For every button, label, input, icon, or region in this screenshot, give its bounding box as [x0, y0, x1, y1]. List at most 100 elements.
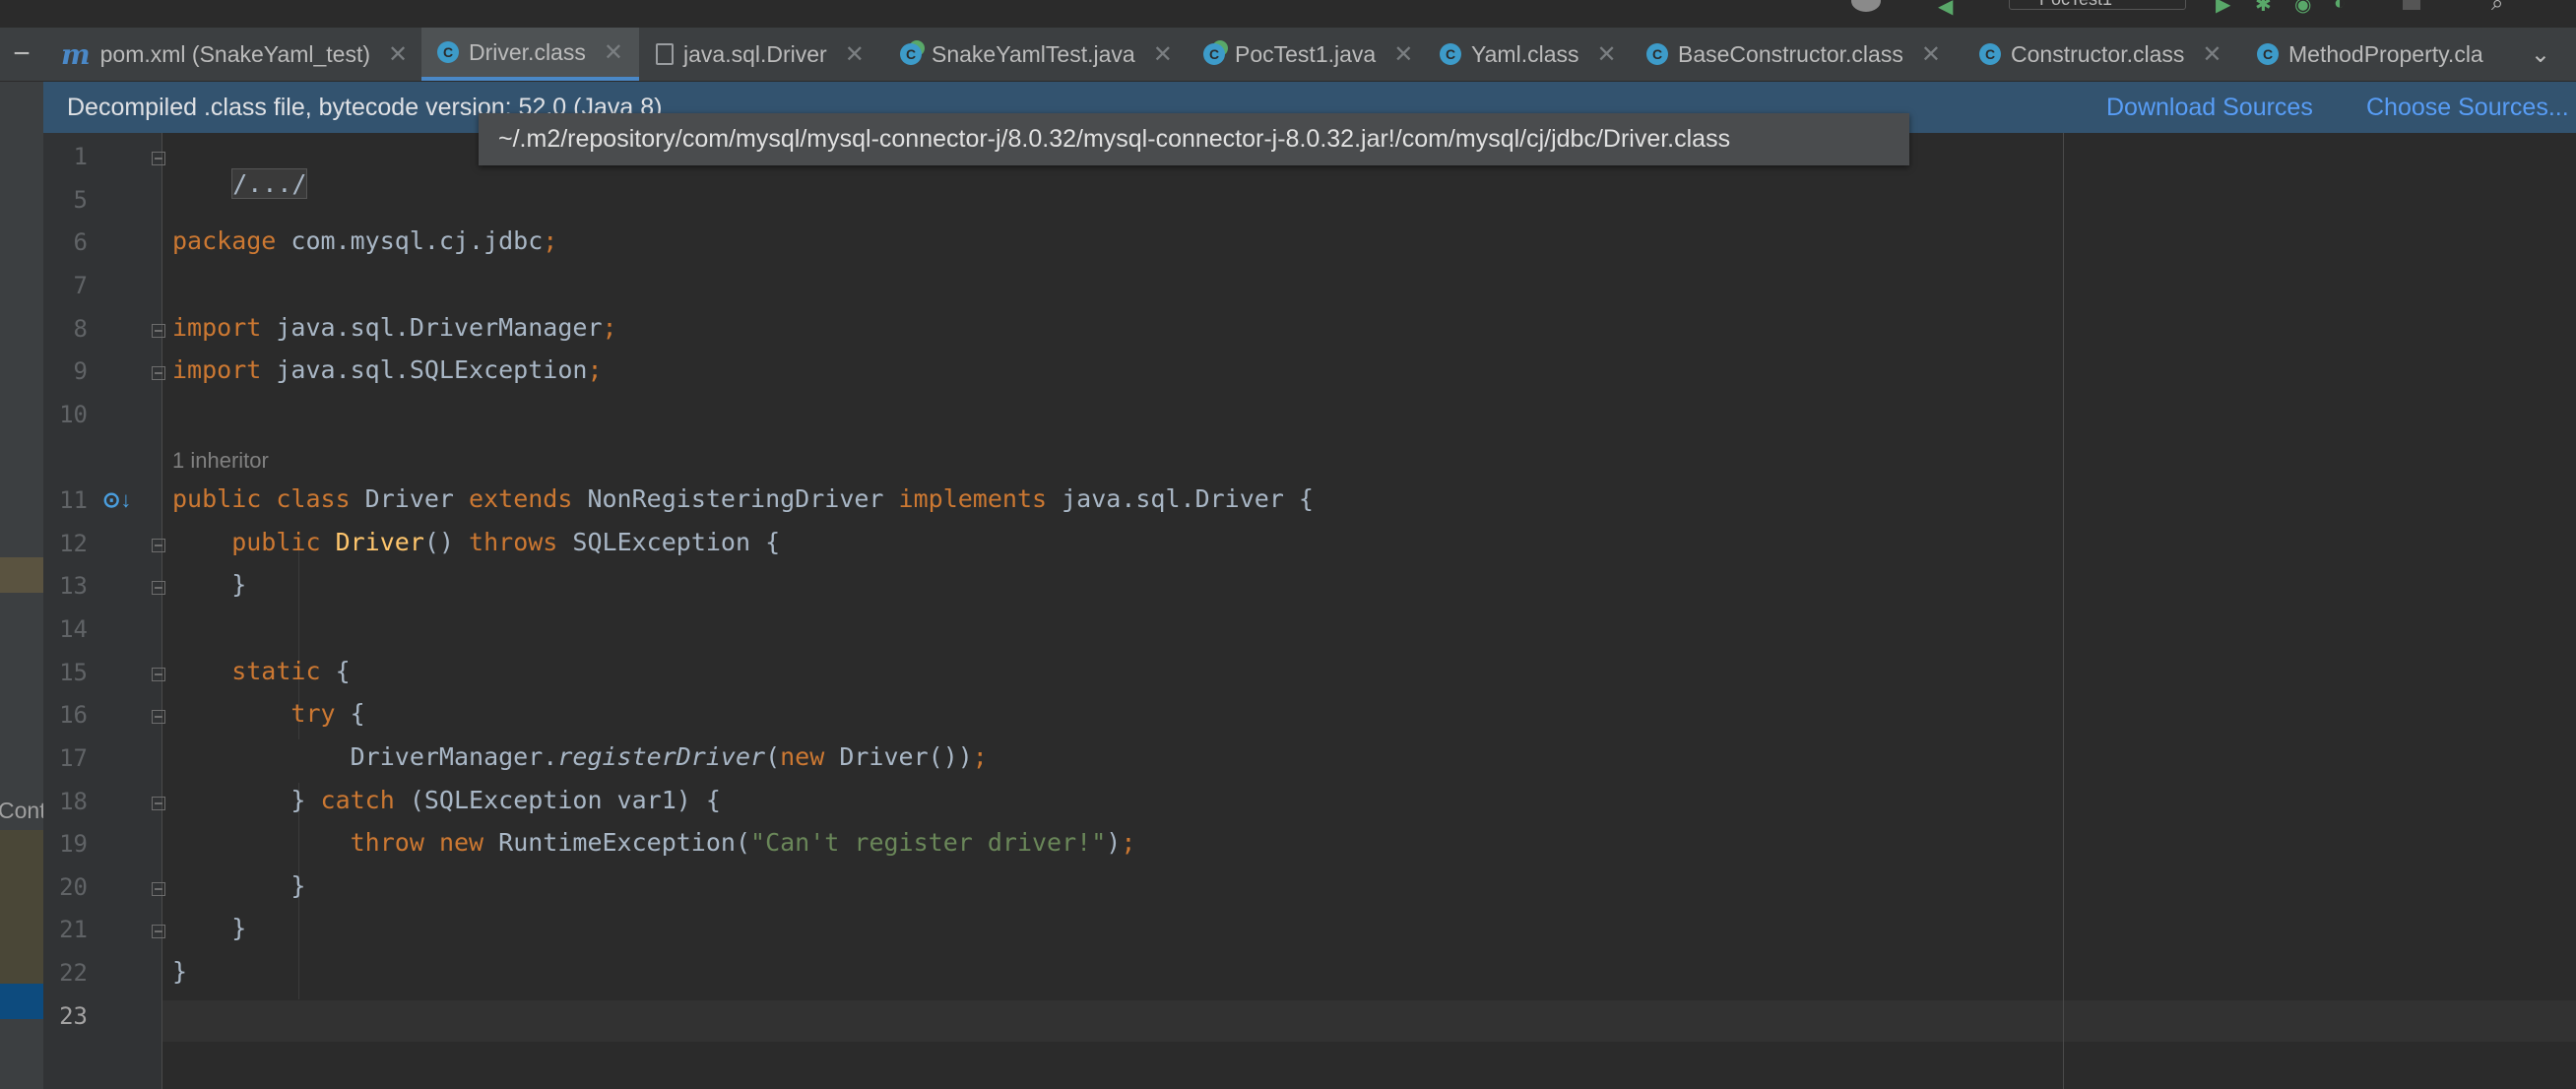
line-number: 23: [59, 1002, 88, 1030]
line-number: 14: [59, 615, 88, 643]
tab-label: pom.xml (SnakeYaml_test): [99, 40, 371, 67]
code-line-20: }: [172, 871, 305, 900]
user-icon[interactable]: [1851, 0, 1881, 12]
class-icon: C: [2257, 43, 2279, 65]
class-icon: C: [1646, 43, 1668, 65]
code-text: }: [172, 957, 188, 986]
tab-pom-xml[interactable]: m pom.xml (SnakeYaml_test) ✕: [61, 28, 408, 81]
tab-label: SnakeYamlTest.java: [932, 40, 1135, 67]
code-text: (: [765, 742, 781, 771]
code-text: {: [335, 699, 365, 728]
close-icon[interactable]: ✕: [604, 38, 623, 67]
file-path-tooltip: ~/.m2/repository/com/mysql/mysql-connect…: [479, 113, 1909, 165]
tab-constructor-class[interactable]: C Constructor.class ✕: [1979, 28, 2222, 81]
keyword: throws: [469, 528, 558, 556]
highlight-block: [0, 830, 43, 984]
close-icon[interactable]: ✕: [388, 40, 408, 69]
code-text: ): [1106, 828, 1122, 857]
code-text: SQLException {: [557, 528, 781, 556]
chevron-down-icon[interactable]: ⌄: [2510, 28, 2550, 81]
implemented-marker-icon[interactable]: ⊙↓: [102, 487, 131, 513]
tab-yaml-class[interactable]: C Yaml.class ✕: [1440, 28, 1617, 81]
line-number: 11: [59, 486, 88, 514]
collapsed-header[interactable]: /.../: [231, 168, 308, 199]
run-icon[interactable]: ▶: [2216, 0, 2237, 16]
line-number: 13: [59, 572, 88, 600]
debug-icon[interactable]: ✱: [2255, 0, 2277, 16]
punctuation: ;: [543, 226, 558, 255]
code-line-21: }: [172, 914, 246, 942]
close-icon[interactable]: ✕: [1921, 40, 1941, 69]
keyword: extends: [469, 484, 573, 513]
collapse-icon[interactable]: −: [0, 28, 43, 81]
stop-icon[interactable]: [2403, 0, 2420, 10]
tab-baseconstructor-class[interactable]: C BaseConstructor.class ✕: [1646, 28, 1941, 81]
code-line-13: }: [172, 570, 246, 599]
file-path-text: ~/.m2/repository/com/mysql/mysql-connect…: [498, 125, 1731, 153]
tab-label: BaseConstructor.class: [1678, 40, 1903, 67]
tab-label: Driver.class: [469, 38, 586, 65]
code-text: }: [172, 914, 247, 942]
code-line-16: try {: [172, 699, 365, 728]
keyword: new: [780, 742, 825, 771]
tab-methodproperty-class[interactable]: C MethodProperty.cla: [2257, 28, 2483, 81]
code-text: }: [172, 871, 306, 900]
editor-gutter: 1 5 6 7 8 9 10 11 12 13 14 15 16 17 18 1…: [43, 133, 165, 1089]
close-icon[interactable]: ✕: [1393, 40, 1413, 69]
download-sources-link[interactable]: Download Sources: [2106, 94, 2313, 122]
back-arrow-icon[interactable]: ◀: [1938, 0, 1960, 16]
code-line-11: public class Driver extends NonRegisteri…: [172, 484, 1314, 513]
tab-snakeyamltest-java[interactable]: C SnakeYamlTest.java ✕: [900, 28, 1173, 81]
tab-java-sql-driver[interactable]: java.sql.Driver ✕: [656, 28, 865, 81]
code-line-22: }: [172, 957, 187, 986]
class-icon: C: [1979, 43, 2001, 65]
tab-label: Yaml.class: [1471, 40, 1579, 67]
run-config-dropdown[interactable]: PocTest1: [2009, 0, 2186, 10]
code-line-18: } catch (SQLException var1) {: [172, 786, 721, 814]
tab-label: PocTest1.java: [1235, 40, 1377, 67]
punctuation: ;: [1121, 828, 1136, 857]
code-text: Driver: [350, 484, 470, 513]
editor-tab-bar: − m pom.xml (SnakeYaml_test) ✕ C Driver.…: [0, 28, 2576, 82]
keyword: catch: [320, 786, 395, 814]
code-text: (): [423, 528, 470, 556]
search-icon[interactable]: ⌕: [2491, 0, 2513, 15]
code-text: java.sql.Driver {: [1047, 484, 1314, 513]
keyword: throw: [172, 828, 424, 857]
line-number: 21: [59, 916, 88, 943]
tab-poctest1-java[interactable]: C PocTest1.java ✕: [1203, 28, 1413, 81]
line-number: 1: [73, 143, 88, 170]
choose-sources-link[interactable]: Choose Sources...: [2366, 94, 2569, 122]
code-editor[interactable]: /.../ package com.mysql.cj.jdbc; import …: [162, 133, 2576, 1089]
line-number: 12: [59, 530, 88, 557]
keyword: package: [172, 226, 277, 255]
tab-driver-class[interactable]: C Driver.class ✕: [421, 28, 639, 81]
keyword: new: [438, 828, 484, 857]
tab-label: MethodProperty.cla: [2288, 40, 2483, 67]
line-number: 22: [59, 959, 88, 987]
code-text: com.mysql.cj.jdbc: [276, 226, 544, 255]
tab-label: java.sql.Driver: [683, 40, 827, 67]
line-number: 5: [73, 186, 88, 214]
keyword: public: [172, 528, 336, 556]
close-icon[interactable]: ✕: [1597, 40, 1617, 69]
inheritor-inlay-hint[interactable]: 1 inheritor: [172, 448, 269, 474]
close-icon[interactable]: ✕: [845, 40, 865, 69]
code-line-12: public Driver() throws SQLException {: [172, 528, 780, 556]
keyword: implements: [898, 484, 1048, 513]
code-line-17: DriverManager.registerDriver(new Driver(…: [172, 742, 988, 771]
close-icon[interactable]: ✕: [1153, 40, 1173, 69]
code-text: }: [172, 786, 321, 814]
code-text: NonRegisteringDriver: [572, 484, 899, 513]
line-number: 20: [59, 873, 88, 901]
profile-icon[interactable]: ◐: [2334, 0, 2355, 14]
line-number: 10: [59, 401, 88, 428]
close-icon[interactable]: ✕: [2202, 40, 2222, 69]
coverage-icon[interactable]: ◉: [2294, 0, 2316, 16]
code-text: }: [172, 570, 247, 599]
line-number: 8: [73, 315, 88, 343]
keyword: try: [172, 699, 336, 728]
line-number: 16: [59, 701, 88, 729]
line-number: 18: [59, 788, 88, 815]
code-line-9: import java.sql.SQLException;: [172, 355, 603, 384]
